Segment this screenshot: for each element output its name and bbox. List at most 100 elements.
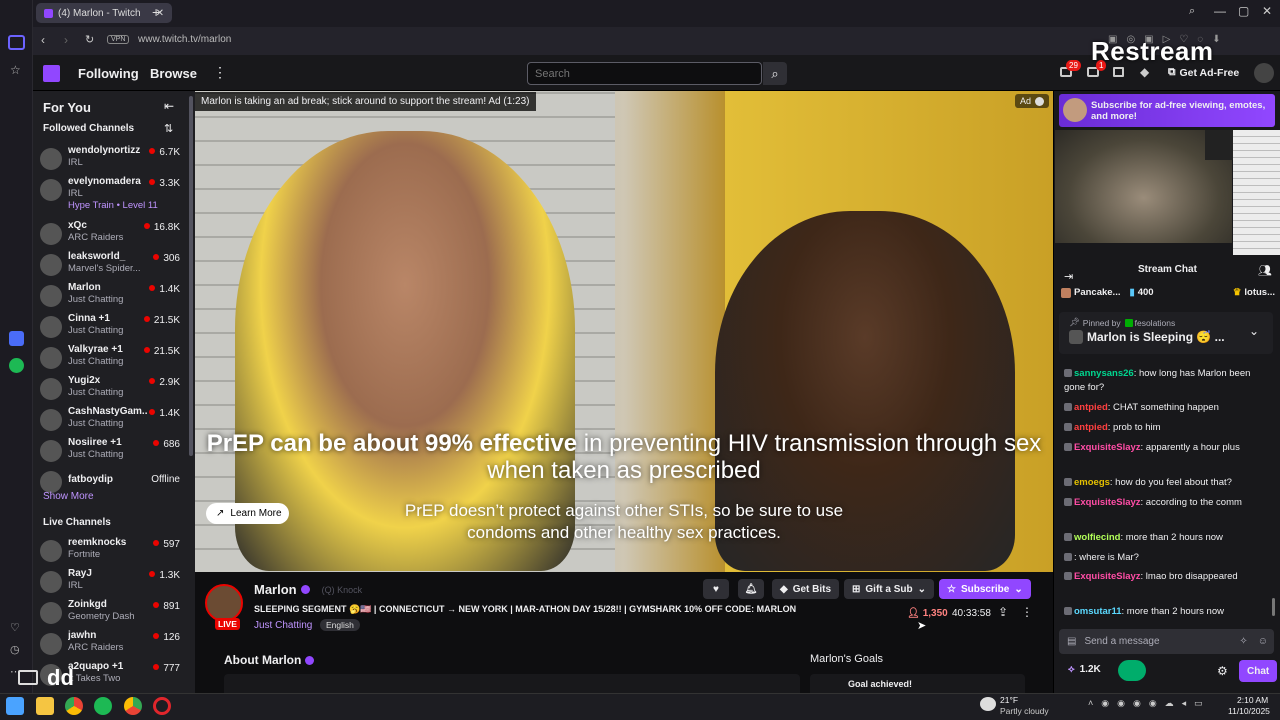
sidebar-channel-followed[interactable]: Nosiiree +1 Just Chatting 686 [40, 437, 180, 467]
sidebar-channel-followed[interactable]: CashNastyGam... Just Chatting 1.4K [40, 406, 180, 436]
bookmarks-icon[interactable]: ☆ [10, 63, 21, 77]
back-icon[interactable]: ‹ [41, 33, 45, 47]
expand-pinned-icon[interactable]: ⌄ [1249, 324, 1259, 338]
sidebar-channel-followed[interactable]: xQc ARC Raiders 16.8K [40, 220, 180, 250]
chat-username[interactable]: wolfiecind [1074, 532, 1120, 543]
chat-input[interactable]: ▤ Send a message ✧ ☺ [1059, 629, 1274, 654]
minimize-button[interactable]: — [1214, 4, 1226, 18]
opera-taskbar-icon[interactable] [153, 697, 171, 715]
maximize-button[interactable]: ▢ [1238, 4, 1249, 18]
language-tag[interactable]: English [320, 619, 360, 631]
emote-picker-left-icon[interactable]: ▤ [1067, 636, 1076, 647]
chat-scrollbar[interactable] [1272, 598, 1275, 616]
channel-avatar[interactable] [205, 584, 243, 622]
subscribe-button[interactable]: ☆ Subscribe ⌄ [939, 579, 1031, 599]
collapse-chat-icon[interactable]: ⇥ [1064, 270, 1073, 283]
bits-icon[interactable]: ◆ [1140, 65, 1149, 79]
info-icon[interactable] [1035, 96, 1045, 106]
nav-browse[interactable]: Browse [150, 66, 197, 81]
twitch-logo-icon[interactable] [43, 65, 60, 82]
chat-username[interactable]: ExquisiteSlayz [1074, 571, 1141, 582]
pinned-text: Marlon is Sleeping 😴 ... [1087, 330, 1225, 344]
chat-settings-icon[interactable]: ⚙ [1217, 664, 1228, 678]
sidebar-channel-live[interactable]: RayJ IRL 1.3K [40, 568, 180, 598]
search-button[interactable]: ⌕ [763, 62, 787, 85]
chat-username[interactable]: antpied [1074, 402, 1108, 413]
sidebar-channel-followed[interactable]: Cinna +1 Just Chatting 21.5K [40, 313, 180, 343]
user-avatar[interactable] [1254, 63, 1274, 83]
chrome-icon[interactable] [65, 697, 83, 715]
subscribe-promo[interactable]: Subscribe for ad-free viewing, emotes, a… [1059, 94, 1275, 127]
spotify-taskbar-icon[interactable] [94, 697, 112, 715]
channel-avatar [40, 633, 62, 655]
sidebar-scrollbar[interactable] [189, 96, 193, 456]
leaderboard: Pancake... ▮ 400 ♛ lotus... [1061, 287, 1275, 298]
gift-sub-button[interactable]: ⊞ Gift a Sub ⌄ [844, 579, 935, 599]
sidebar-channel-live[interactable]: Zoinkgd Geometry Dash 891 [40, 599, 180, 629]
more-options-icon[interactable]: ⋮ [1021, 605, 1033, 619]
ad-tag[interactable]: Ad [1015, 94, 1050, 108]
get-ad-free-button[interactable]: ⧉ Get Ad-Free [1168, 66, 1239, 79]
new-tab-button[interactable]: + [152, 4, 160, 20]
ad-subline: PrEP doesn’t protect against other STIs,… [195, 500, 1053, 544]
start-icon[interactable] [6, 697, 24, 715]
heart-icon[interactable]: ♡ [10, 621, 20, 634]
follow-heart-button[interactable]: ♥ [703, 579, 729, 599]
sidebar-channel-followed[interactable]: Yugi2x Just Chatting 2.9K [40, 375, 180, 405]
community-icon[interactable]: 👥︎ [1258, 264, 1272, 277]
collapse-sidebar-icon[interactable]: ⇤ [164, 99, 174, 113]
search-tabs-icon[interactable]: ⌕ [1189, 5, 1195, 18]
points-icon: ⟡ [1068, 664, 1075, 675]
sidebar-channel-live[interactable]: jawhn ARC Raiders 126 [40, 630, 180, 660]
badge-icon [1064, 498, 1072, 506]
sort-icon[interactable]: ⇅ [164, 122, 173, 135]
nav-more-icon[interactable]: ⋮ [213, 64, 227, 81]
forward-icon[interactable]: › [64, 33, 68, 47]
chat-button[interactable]: Chat [1239, 660, 1278, 682]
chat-username[interactable]: sannysans26 [1074, 368, 1134, 379]
sidebar-channel-live[interactable]: reemknocks Fortnite 597 [40, 537, 180, 567]
whispers-icon[interactable] [1113, 67, 1124, 77]
reload-icon[interactable]: ↻ [85, 33, 94, 46]
pinned-text-row: Marlon is Sleeping 😴 ... [1069, 330, 1225, 344]
emote-smile-icon[interactable]: ☺ [1258, 636, 1268, 647]
history-icon[interactable]: ◷ [10, 643, 20, 656]
close-window-button[interactable]: ✕ [1262, 4, 1272, 18]
bits-icon: ◆ [780, 583, 788, 595]
get-bits-button[interactable]: ◆ Get Bits [772, 579, 840, 599]
notify-bell-button[interactable]: 🔔︎ [738, 579, 764, 599]
claim-bonus-button[interactable] [1118, 660, 1146, 681]
sidebar-channel-followed[interactable]: leaksworld_ Marvel's Spider... 306 [40, 251, 180, 281]
chat-username[interactable]: antpied [1074, 422, 1108, 433]
channel-name[interactable]: Marlon [254, 582, 297, 597]
chat-username[interactable]: omsutar11 [1074, 606, 1122, 617]
vpn-badge[interactable]: VPN [107, 35, 130, 44]
ad-break-notice: Marlon is taking an ad break; stick arou… [195, 92, 536, 111]
aria-icon[interactable] [9, 331, 24, 346]
leader2-name: lotus... [1244, 287, 1275, 298]
sidebar-channel-followed[interactable]: wendolynortizz IRL 6.7K [40, 145, 180, 175]
chrome-alt-icon[interactable] [124, 697, 142, 715]
search-input[interactable] [527, 62, 762, 85]
channel-game: ARC Raiders [68, 642, 124, 653]
learn-more-button[interactable]: ↗ Learn More [206, 503, 289, 524]
spotify-icon[interactable] [9, 358, 24, 373]
share-icon[interactable]: ⇪ [998, 605, 1008, 619]
url-field[interactable]: www.twitch.tv/marlon [138, 34, 231, 45]
file-explorer-icon[interactable] [36, 697, 54, 715]
chat-username[interactable]: ExquisiteSlayz [1074, 497, 1141, 508]
sidebar-channel-followed[interactable]: Valkyrae +1 Just Chatting 21.5K [40, 344, 180, 374]
show-more-link[interactable]: Show More [43, 491, 94, 502]
category-link[interactable]: Just Chatting [254, 620, 312, 631]
channel-avatar [40, 316, 62, 338]
nav-following[interactable]: Following [78, 66, 139, 81]
sidebar-channel-followed[interactable]: evelynomadera IRL 3.3K Hype Train • Level 1… [40, 176, 180, 211]
chat-username[interactable]: ExquisiteSlayz [1074, 442, 1141, 453]
channel-points[interactable]: ⟡ 1.2K [1068, 664, 1101, 675]
pinned-message[interactable]: 📌︎ Pinned by fesolations Marlon is Sleepi… [1059, 312, 1273, 354]
sidebar-channel-followed[interactable]: Marlon Just Chatting 1.4K [40, 282, 180, 312]
sparkle-icon[interactable]: ✧ [1239, 636, 1247, 647]
tray-icons[interactable]: ˄◉◉◉◉☁◂▭ [1088, 698, 1211, 709]
chat-username[interactable]: emoegs [1074, 477, 1110, 488]
home-icon[interactable] [8, 35, 25, 50]
